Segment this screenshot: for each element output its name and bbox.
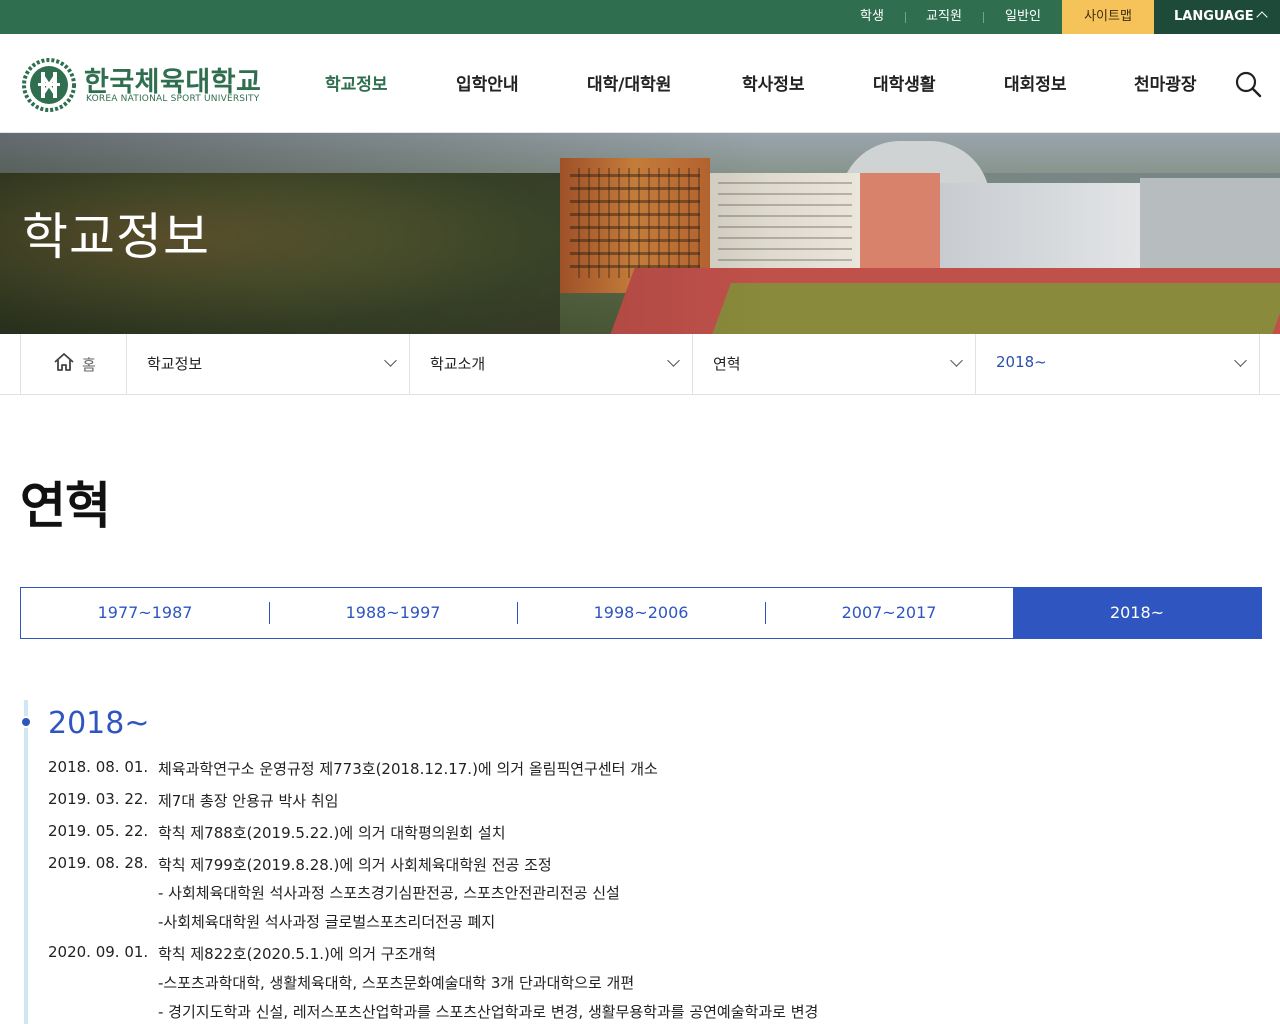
nav-admission[interactable]: 입학안내 [456, 70, 519, 100]
breadcrumb-select-label: 2018~ [996, 353, 1047, 371]
utility-bar: 학생 교직원 일반인 사이트맵 LANGUAGE [0, 0, 1280, 34]
hero-title: 학교정보 [22, 208, 210, 266]
nav-competitions[interactable]: 대회정보 [1004, 70, 1067, 100]
tab-2007-2017[interactable]: 2007~2017 [765, 588, 1013, 638]
entry-subitem: -사회체육대학원 석사과정 글로벌스포츠리더전공 폐지 [158, 913, 496, 931]
chevron-down-icon [384, 354, 397, 367]
chevron-down-icon [667, 354, 680, 367]
entry-text: 학칙 제788호(2019.5.22.)에 의거 대학평의원회 설치 [158, 824, 506, 842]
university-emblem-icon [22, 58, 76, 112]
entry-date: 2018. 08. 01. [48, 758, 149, 776]
nav-school-info[interactable]: 학교정보 [325, 70, 388, 100]
entry-subitem: -스포츠과학대학, 생활체육대학, 스포츠문화예술대학 3개 단과대학으로 개편 [158, 974, 635, 992]
language-label: LANGUAGE [1174, 9, 1254, 24]
util-link-student[interactable]: 학생 [842, 0, 902, 34]
breadcrumb-select-label: 학교소개 [430, 355, 486, 373]
sitemap-button[interactable]: 사이트맵 [1062, 0, 1154, 34]
nav-academics[interactable]: 학사정보 [742, 70, 805, 100]
nav-plaza[interactable]: 천마광장 [1134, 70, 1197, 100]
logo-english-name: KOREA NATIONAL SPORT UNIVERSITY [86, 94, 260, 104]
timeline-line [24, 700, 28, 1024]
entry-date: 2019. 05. 22. [48, 822, 149, 840]
breadcrumb-select-label: 학교정보 [147, 355, 203, 373]
breadcrumb-select-label: 연혁 [713, 355, 741, 373]
page-title: 연혁 [20, 477, 111, 535]
entry-text: 체육과학연구소 운영규정 제773호(2018.12.17.)에 의거 올림픽연… [158, 760, 658, 778]
search-icon[interactable] [1234, 70, 1262, 98]
breadcrumb-select-2[interactable]: 학교소개 [409, 334, 692, 395]
home-icon [54, 353, 74, 371]
nav-colleges[interactable]: 대학/대학원 [587, 70, 671, 100]
tab-1977-1987[interactable]: 1977~1987 [21, 588, 269, 638]
util-divider [905, 12, 906, 23]
util-link-public[interactable]: 일반인 [990, 0, 1056, 34]
breadcrumb-select-4[interactable]: 2018~ [975, 334, 1259, 395]
language-button[interactable]: LANGUAGE [1154, 0, 1280, 34]
site-header: 한국체육대학교 KOREA NATIONAL SPORT UNIVERSITY … [0, 34, 1280, 133]
nav-campus-life[interactable]: 대학생활 [873, 70, 936, 100]
period-tabs: 1977~1987 1988~1997 1998~2006 2007~2017 … [20, 587, 1262, 639]
entry-text: 제7대 총장 안용규 박사 취임 [158, 792, 339, 810]
timeline-dot [20, 716, 32, 728]
breadcrumb-select-1[interactable]: 학교정보 [126, 334, 409, 395]
chevron-down-icon [1234, 354, 1247, 367]
home-label: 홈 [82, 356, 96, 374]
entry-subitem: - 경기지도학과 신설, 레저스포츠산업학과를 스포츠산업학과로 변경, 생활무… [158, 1003, 819, 1021]
util-link-staff[interactable]: 교직원 [912, 0, 976, 34]
university-logo[interactable]: 한국체육대학교 KOREA NATIONAL SPORT UNIVERSITY [22, 58, 262, 112]
util-divider [983, 12, 984, 23]
tab-1988-1997[interactable]: 1988~1997 [269, 588, 517, 638]
hero-banner: 학교정보 [0, 133, 1280, 334]
entry-date: 2019. 03. 22. [48, 790, 149, 808]
tab-2018[interactable]: 2018~ [1013, 588, 1261, 638]
entry-subitem: - 사회체육대학원 석사과정 스포츠경기심판전공, 스포츠안전관리전공 신설 [158, 884, 620, 902]
entry-date: 2019. 08. 28. [48, 854, 149, 872]
entry-date: 2020. 09. 01. [48, 943, 149, 961]
entry-text: 학칙 제822호(2020.5.1.)에 의거 구조개혁 [158, 945, 437, 963]
chevron-down-icon [950, 354, 963, 367]
timeline-year: 2018~ [48, 706, 150, 741]
breadcrumb-select-3[interactable]: 연혁 [692, 334, 975, 395]
location-bar: 홈 학교정보 학교소개 연혁 2018~ [0, 334, 1280, 395]
entry-text: 학칙 제799호(2019.8.28.)에 의거 사회체육대학원 전공 조정 [158, 856, 552, 874]
breadcrumb-home[interactable]: 홈 [20, 334, 126, 395]
tab-1998-2006[interactable]: 1998~2006 [517, 588, 765, 638]
chevron-up-icon [1256, 11, 1268, 23]
